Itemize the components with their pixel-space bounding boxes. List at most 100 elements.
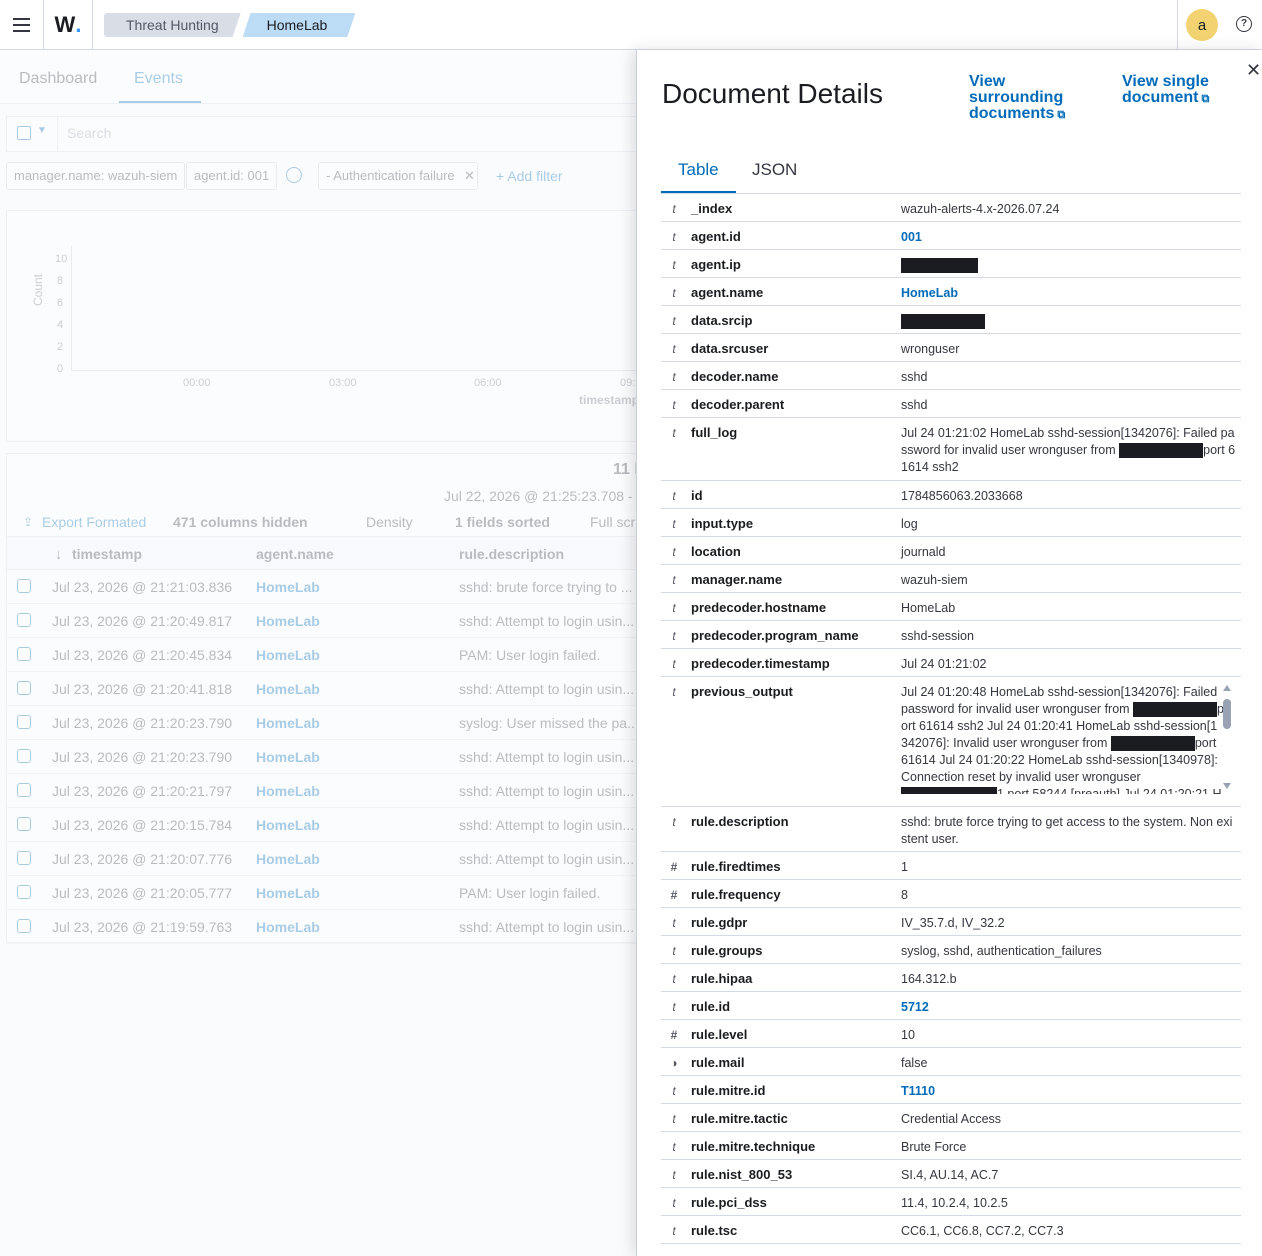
document-table: t _index wazuh-alerts-4.x-2026.07.24 t agent… <box>661 194 1241 1244</box>
tab-json[interactable]: JSON <box>752 160 797 180</box>
inspect-document-icon[interactable] <box>17 919 31 933</box>
column-header-rule-description[interactable]: rule.description <box>459 546 564 562</box>
menu-button[interactable] <box>0 0 44 50</box>
inspect-document-icon[interactable] <box>17 579 31 593</box>
cell-agent-name[interactable]: HomeLab <box>256 681 320 697</box>
inspect-document-icon[interactable] <box>17 783 31 797</box>
field-value[interactable]: HomeLab <box>901 285 1236 302</box>
table-row[interactable]: Jul 23, 2026 @ 21:20:23.790 HomeLab sshd: … <box>7 740 640 774</box>
value-scrollbar[interactable] <box>1223 685 1231 789</box>
cell-agent-name[interactable]: HomeLab <box>256 885 320 901</box>
string-type-icon: t <box>672 258 676 272</box>
inspect-document-icon[interactable] <box>17 715 31 729</box>
close-icon[interactable]: ✕ <box>464 168 475 184</box>
fullscreen-button[interactable]: Full scr <box>590 514 635 530</box>
number-type-icon: # <box>670 1028 678 1042</box>
inspect-document-icon[interactable] <box>17 613 31 627</box>
chevron-down-icon[interactable]: ▼ <box>37 125 47 136</box>
table-row[interactable]: Jul 23, 2026 @ 21:20:23.790 HomeLab syslog… <box>7 706 640 740</box>
field-name: rule.description <box>691 814 789 829</box>
breadcrumb-threat-hunting[interactable]: Threat Hunting <box>104 13 241 37</box>
export-icon: ⇪ <box>23 515 34 529</box>
filter-options-icon[interactable] <box>286 167 302 183</box>
view-single-document-link[interactable]: View single document ⧉ <box>1122 74 1232 107</box>
inspect-document-icon[interactable] <box>17 817 31 831</box>
field-row: t predecoder.hostname HomeLab <box>661 593 1241 621</box>
table-row[interactable]: Jul 23, 2026 @ 21:19:59.763 HomeLab sshd: … <box>7 910 640 944</box>
field-row: t decoder.parent sshd <box>661 390 1241 418</box>
field-value[interactable]: 001 <box>901 229 1236 246</box>
search-input[interactable]: Search <box>67 125 111 141</box>
inspect-document-icon[interactable] <box>17 681 31 695</box>
close-flyout-button[interactable]: ✕ <box>1246 60 1262 80</box>
inspect-document-icon[interactable] <box>17 749 31 763</box>
string-type-icon: t <box>672 815 676 829</box>
external-link-icon: ⧉ <box>1201 93 1210 105</box>
cell-agent-name[interactable]: HomeLab <box>256 715 320 731</box>
field-value[interactable]: 5712 <box>901 999 1236 1016</box>
cell-agent-name[interactable]: HomeLab <box>256 613 320 629</box>
filter-pill[interactable]: manager.name: wazuh-siem <box>6 162 186 190</box>
view-surrounding-documents-link[interactable]: View surrounding documents ⧉ <box>969 74 1099 123</box>
column-header-timestamp[interactable]: timestamp <box>72 546 142 562</box>
sort-button[interactable]: 1 fields sorted <box>455 514 550 530</box>
field-value[interactable]: T1110 <box>901 1083 1236 1100</box>
table-row[interactable]: Jul 23, 2026 @ 21:20:05.777 HomeLab PAM: U… <box>7 876 640 910</box>
field-row: t _index wazuh-alerts-4.x-2026.07.24 <box>661 194 1241 222</box>
cell-agent-name[interactable]: HomeLab <box>256 647 320 663</box>
filter-pill[interactable]: - Authentication failure <box>318 162 478 190</box>
column-header-agent-name[interactable]: agent.name <box>256 546 334 562</box>
export-button[interactable]: Export Formated <box>42 514 146 530</box>
app-logo[interactable]: W. <box>44 0 93 50</box>
avatar[interactable]: a <box>1186 9 1218 41</box>
cell-rule-description: sshd: brute force trying to ... <box>459 579 633 595</box>
cell-agent-name[interactable]: HomeLab <box>256 579 320 595</box>
table-row[interactable]: Jul 23, 2026 @ 21:20:07.776 HomeLab sshd: … <box>7 842 640 876</box>
breadcrumb-homelab[interactable]: HomeLab <box>243 13 356 37</box>
string-type-icon: t <box>672 398 676 412</box>
field-name: rule.mail <box>691 1055 745 1070</box>
close-icon: ✕ <box>1246 60 1262 80</box>
field-value: sshd: brute force trying to get access t… <box>901 815 1233 846</box>
string-type-icon: t <box>672 230 676 244</box>
inspect-document-icon[interactable] <box>17 851 31 865</box>
help-icon[interactable]: ? <box>1236 16 1252 32</box>
cell-agent-name[interactable]: HomeLab <box>256 851 320 867</box>
cell-agent-name[interactable]: HomeLab <box>256 919 320 935</box>
field-name: decoder.name <box>691 369 779 384</box>
field-row: t data.srcip <box>661 306 1241 334</box>
table-row[interactable]: Jul 23, 2026 @ 21:20:41.818 HomeLab sshd: … <box>7 672 640 706</box>
string-type-icon: t <box>672 202 676 216</box>
string-type-icon: t <box>672 916 676 930</box>
table-row[interactable]: Jul 23, 2026 @ 21:21:03.836 HomeLab sshd: … <box>7 570 640 604</box>
columns-hidden-button[interactable]: 471 columns hidden <box>173 514 308 530</box>
table-row[interactable]: Jul 23, 2026 @ 21:20:21.797 HomeLab sshd: … <box>7 774 640 808</box>
boolean-type-icon: ◑ <box>670 1056 678 1070</box>
cell-agent-name[interactable]: HomeLab <box>256 749 320 765</box>
tab-events[interactable]: Events <box>134 70 183 88</box>
field-value: Brute Force <box>901 1140 967 1154</box>
string-type-icon: t <box>672 517 676 531</box>
user-menu[interactable]: a <box>1177 0 1226 50</box>
add-filter-button[interactable]: + Add filter <box>496 168 563 184</box>
module-tabs: Dashboard Events <box>0 50 640 104</box>
field-row: t rule.description sshd: brute force tryin… <box>661 807 1241 852</box>
table-row[interactable]: Jul 23, 2026 @ 21:20:15.784 HomeLab sshd: … <box>7 808 640 842</box>
density-button[interactable]: Density <box>366 514 413 530</box>
table-row[interactable]: Jul 23, 2026 @ 21:20:49.817 HomeLab sshd: … <box>7 604 640 638</box>
field-value: 11.4, 10.2.4, 10.2.5 <box>901 1196 1008 1210</box>
inspect-document-icon[interactable] <box>17 647 31 661</box>
string-type-icon: t <box>672 657 676 671</box>
inspect-document-icon[interactable] <box>17 885 31 899</box>
tab-table[interactable]: Table <box>678 160 719 180</box>
filter-pill[interactable]: agent.id: 001 <box>186 162 278 190</box>
tab-dashboard[interactable]: Dashboard <box>19 70 97 88</box>
string-type-icon: t <box>672 1224 676 1238</box>
redacted-ip <box>901 258 978 274</box>
table-row[interactable]: Jul 23, 2026 @ 21:20:45.834 HomeLab PAM: U… <box>7 638 640 672</box>
saved-query-icon[interactable] <box>17 126 31 140</box>
cell-agent-name[interactable]: HomeLab <box>256 783 320 799</box>
string-type-icon: t <box>672 573 676 587</box>
string-type-icon: t <box>672 286 676 300</box>
cell-agent-name[interactable]: HomeLab <box>256 817 320 833</box>
